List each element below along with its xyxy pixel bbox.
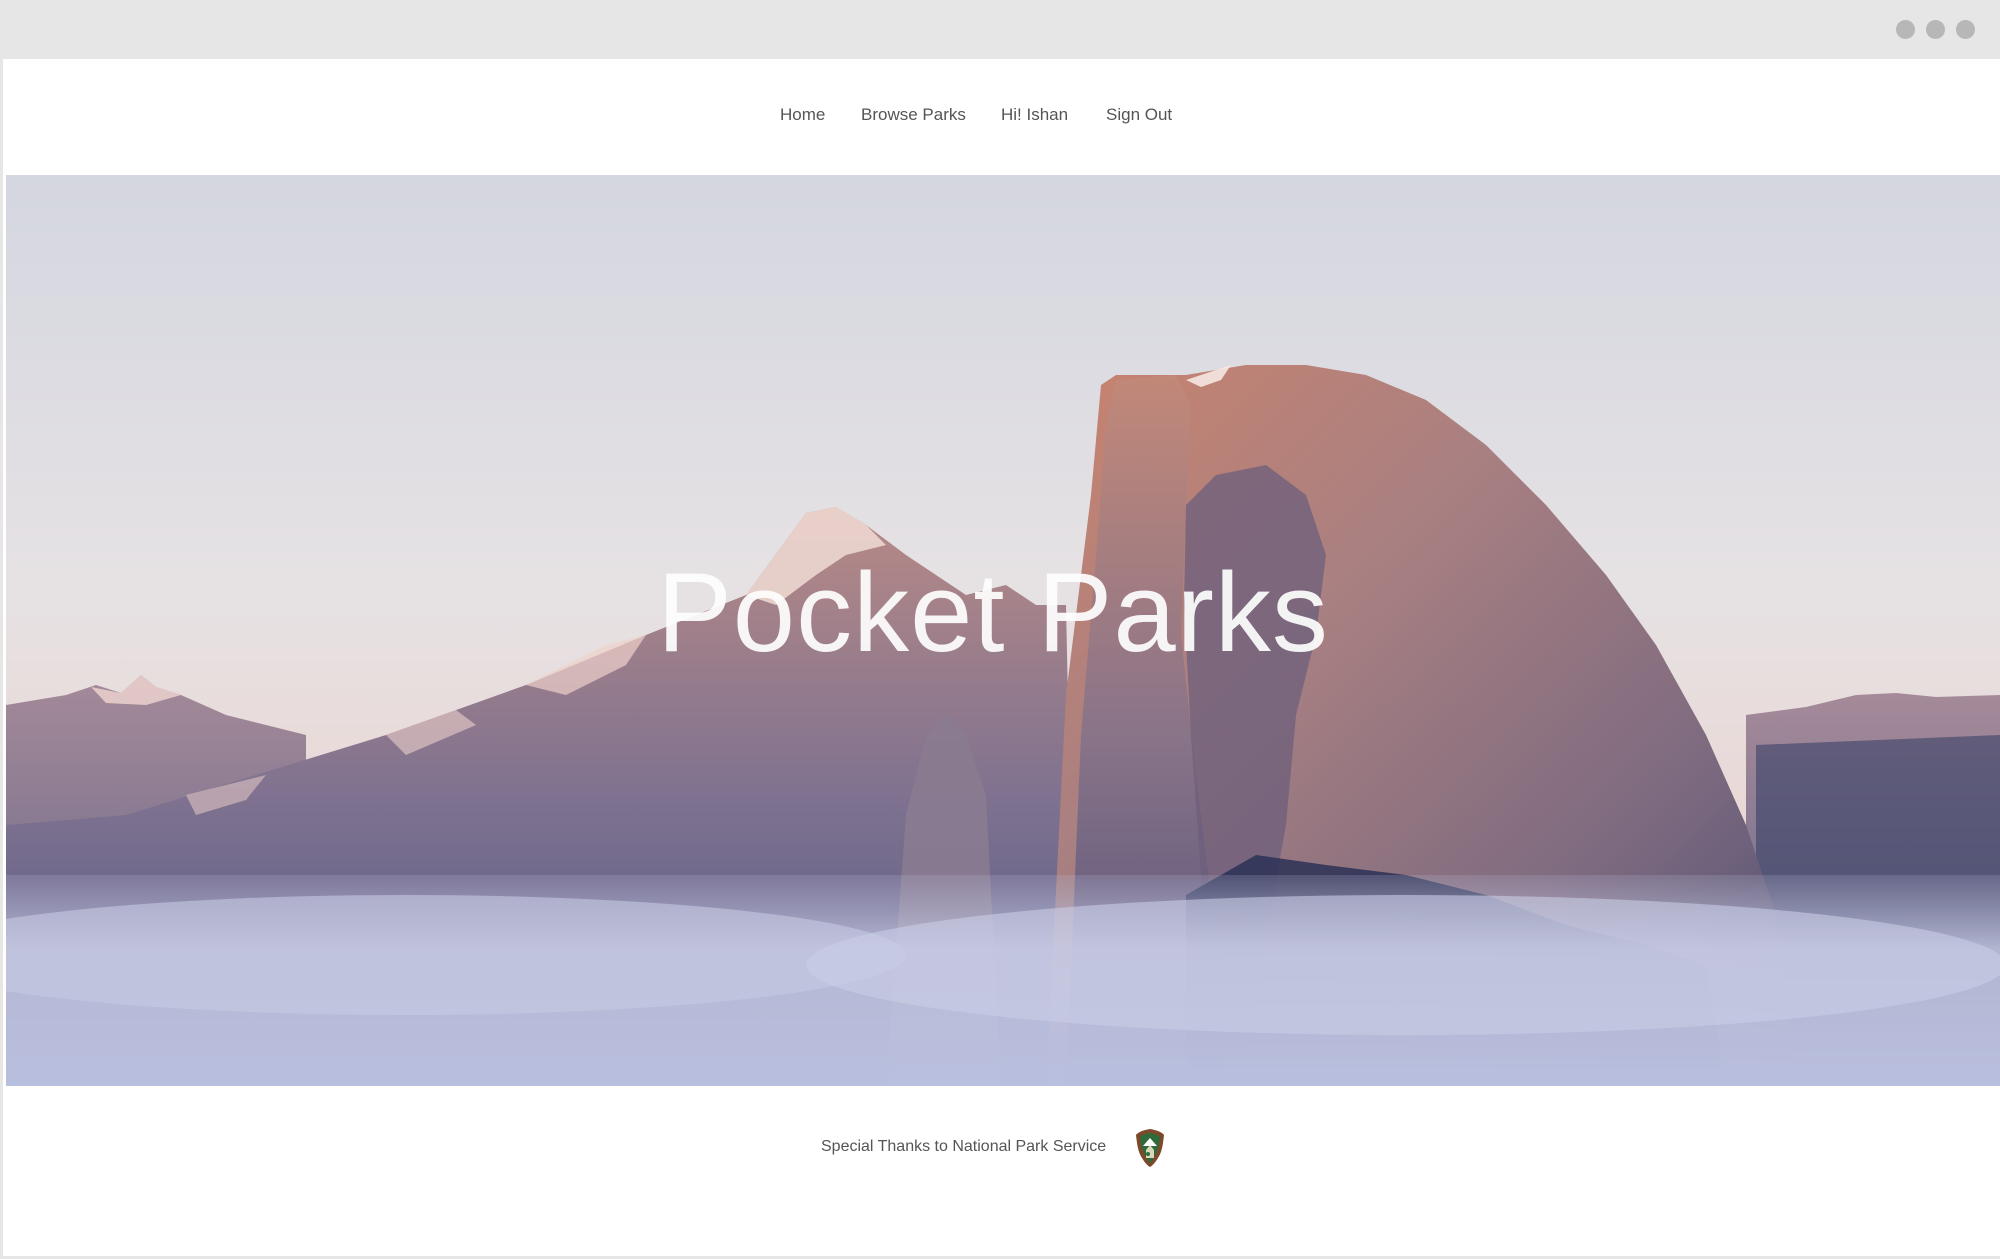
- nav-link-home[interactable]: Home: [780, 105, 825, 125]
- nav-link-sign-out[interactable]: Sign Out: [1106, 105, 1172, 125]
- window-control-dot[interactable]: [1896, 20, 1915, 39]
- nps-arrowhead-icon: [1136, 1129, 1164, 1167]
- page-footer: Special Thanks to National Park Service: [6, 1086, 2000, 1256]
- footer-credit: Special Thanks to National Park Service: [821, 1138, 1107, 1155]
- window-control-dot[interactable]: [1926, 20, 1945, 39]
- browser-window: Home Browse Parks Hi! Ishan Sign Out Poc…: [0, 0, 2000, 1259]
- hero-title: Pocket Parks: [657, 550, 1329, 675]
- top-nav: Home Browse Parks Hi! Ishan Sign Out: [6, 59, 2000, 175]
- nav-link-user-greeting[interactable]: Hi! Ishan: [1001, 105, 1068, 125]
- hero-banner: Pocket Parks: [6, 175, 2000, 1086]
- nav-link-browse-parks[interactable]: Browse Parks: [861, 105, 966, 125]
- window-control-dot[interactable]: [1956, 20, 1975, 39]
- window-titlebar: [3, 0, 2000, 59]
